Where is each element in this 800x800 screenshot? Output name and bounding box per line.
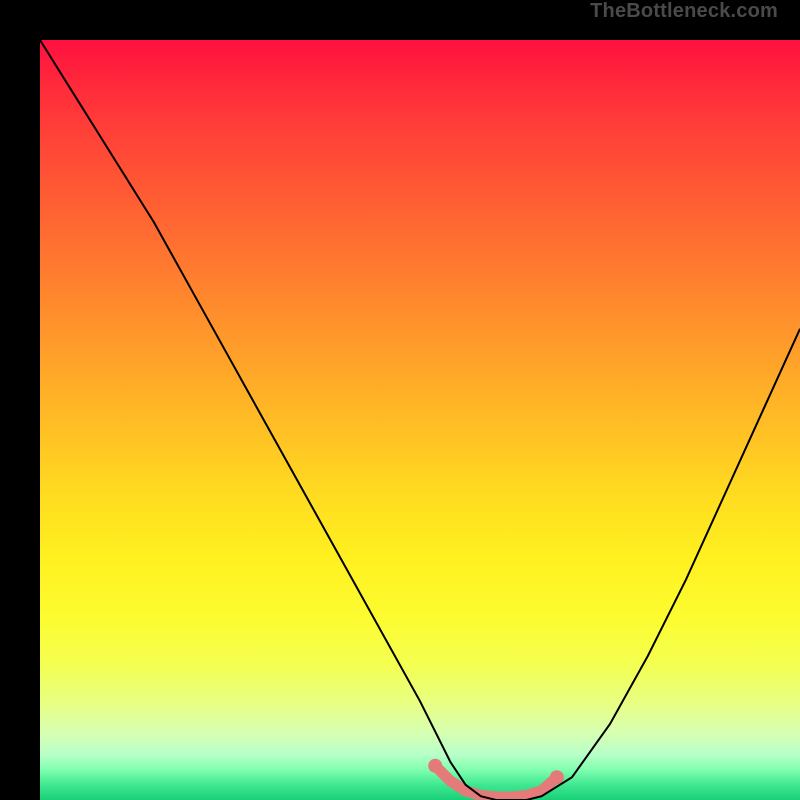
sweet-spot-line xyxy=(435,766,557,797)
chart-frame xyxy=(20,20,780,780)
watermark-text: TheBottleneck.com xyxy=(590,0,778,23)
sweet-spot-dot xyxy=(428,759,442,773)
chart-svg xyxy=(40,40,800,800)
bottleneck-curve xyxy=(40,40,800,800)
sweet-spot-dot xyxy=(550,770,564,784)
sweet-spot-band xyxy=(428,759,564,797)
plot-area xyxy=(40,40,800,800)
